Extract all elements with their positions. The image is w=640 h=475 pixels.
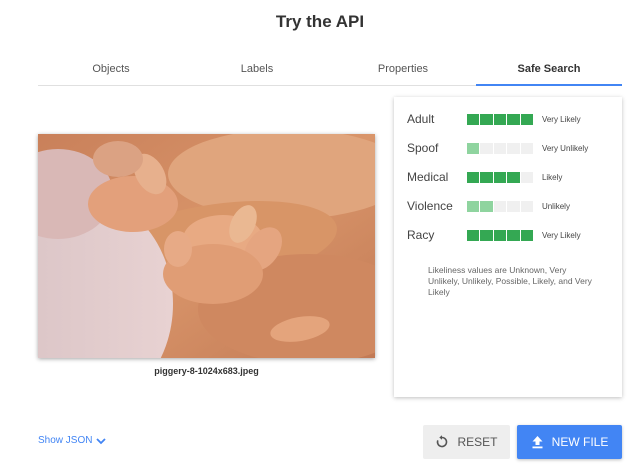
row-label: Violence [407,199,453,213]
tab-safe-search[interactable]: Safe Search [476,56,622,86]
tab-bar: Objects Labels Properties Safe Search [38,56,622,86]
row-value: Very Likely [541,114,581,124]
likelihood-bar [467,229,533,241]
new-file-button[interactable]: NEW FILE [517,425,622,459]
tab-objects[interactable]: Objects [38,56,184,85]
row-label: Medical [407,170,449,184]
safe-search-panel: Adult Very Likely Spoof Very Unlikely Me… [394,97,622,397]
likelihood-bar [467,142,533,154]
safe-search-row-medical: Medical Likely [407,169,617,185]
row-label: Adult [407,112,435,126]
row-value: Likely [541,172,563,182]
row-label: Spoof [407,141,439,155]
safe-search-row-adult: Adult Very Likely [407,111,617,127]
likelihood-bar [467,113,533,125]
safe-search-row-spoof: Spoof Very Unlikely [407,140,617,156]
tab-properties[interactable]: Properties [330,56,476,85]
reset-label: RESET [457,435,498,449]
reset-button[interactable]: RESET [423,425,510,459]
show-json-label: Show JSON [38,435,93,446]
page-title: Try the API [275,12,365,31]
pig-photo [38,134,375,358]
uploaded-image [38,134,375,358]
likeliness-note: Likeliness values are Unknown, Very Unli… [428,265,592,297]
safe-search-row-racy: Racy Very Likely [407,227,617,243]
likelihood-bar [467,171,533,183]
likelihood-bar [467,200,533,212]
reset-icon [437,435,448,448]
row-value: Very Unlikely [541,143,589,153]
row-value: Unlikely [541,201,570,211]
row-label: Racy [407,228,435,242]
safe-search-row-violence: Violence Unlikely [407,198,617,214]
row-value: Very Likely [541,230,581,240]
new-file-label: NEW FILE [551,435,609,449]
image-filename: piggery-8-1024x683.jpeg [154,366,259,376]
chevron-down-icon [96,437,107,444]
tab-labels[interactable]: Labels [184,56,330,85]
upload-icon [532,436,543,449]
show-json-toggle[interactable]: Show JSON [38,435,107,446]
